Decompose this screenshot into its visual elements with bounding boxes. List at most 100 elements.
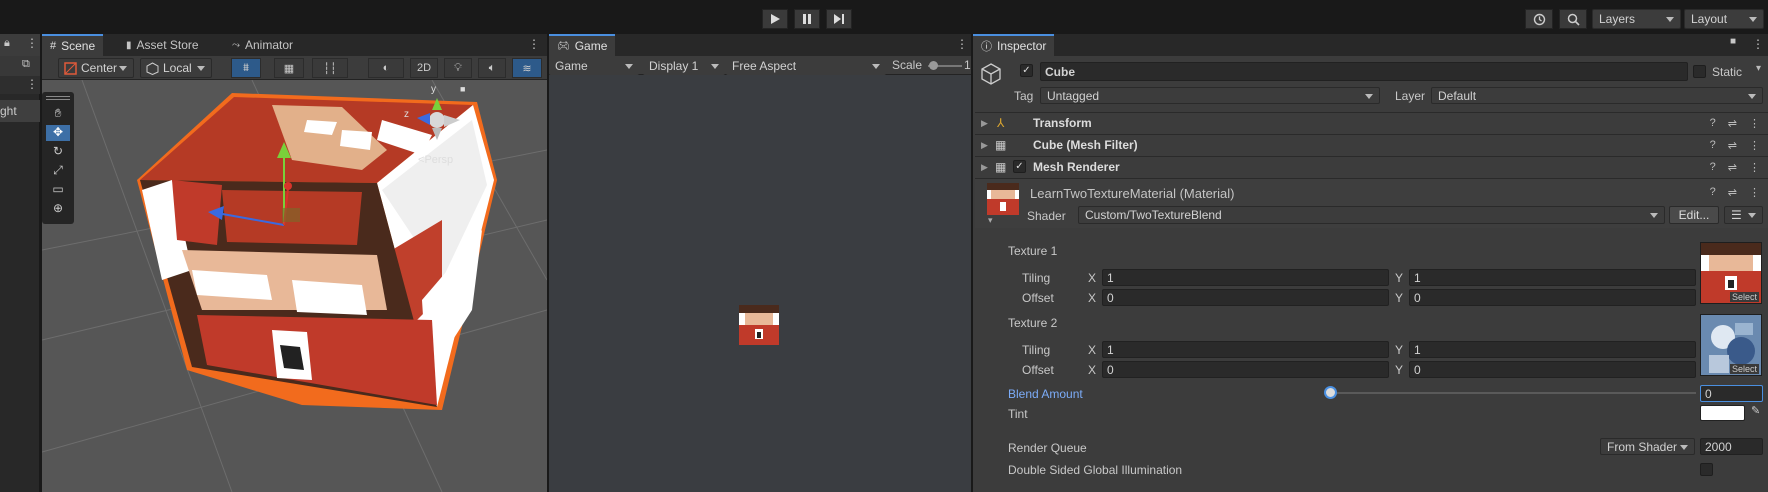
more-icon[interactable]: ⋮ bbox=[528, 37, 540, 51]
tab-asset-store[interactable]: ▮ Asset Store bbox=[118, 34, 207, 56]
component-mesh-filter[interactable]: ▶ ▦ Cube (Mesh Filter) ? ⇌ ⋮ bbox=[975, 134, 1768, 155]
hierarchy-item-selected[interactable]: ght bbox=[0, 100, 40, 122]
pause-button[interactable] bbox=[794, 9, 820, 29]
edit-shader-button[interactable]: Edit... bbox=[1669, 206, 1719, 224]
aspect-dropdown[interactable]: Free Aspect bbox=[726, 56, 886, 75]
presets-icon[interactable]: ⇌ bbox=[1728, 117, 1737, 130]
render-queue-source-dropdown[interactable]: From Shader bbox=[1600, 438, 1695, 455]
presets-icon[interactable]: ⇌ bbox=[1728, 186, 1737, 199]
texture1-offset-x[interactable]: 0 bbox=[1102, 289, 1389, 306]
enabled-checkbox[interactable]: ✓ bbox=[1013, 160, 1026, 173]
texture2-tiling-y[interactable]: 1 bbox=[1409, 341, 1696, 358]
object-name-field[interactable]: Cube bbox=[1040, 62, 1688, 81]
tab-animator[interactable]: ⤳ Animator bbox=[224, 34, 301, 56]
view-dropdown[interactable]: Game bbox=[549, 56, 639, 75]
hand-tool-button[interactable]: ✋︎ bbox=[46, 106, 70, 122]
lighting-button[interactable]: 💡︎ bbox=[444, 58, 472, 78]
layout-dropdown[interactable]: Layout bbox=[1684, 9, 1764, 29]
display-dropdown[interactable]: Display 1 bbox=[643, 56, 725, 75]
grid-snap-button[interactable]: ⩩ bbox=[231, 58, 261, 78]
chevron-right-icon[interactable]: ▶ bbox=[981, 162, 988, 173]
tag-dropdown[interactable]: Untagged bbox=[1040, 87, 1380, 104]
more-icon[interactable]: ⋮ bbox=[1749, 139, 1760, 152]
texture1-slot[interactable]: Select bbox=[1700, 242, 1762, 304]
chevron-right-icon[interactable]: ▶ bbox=[981, 140, 988, 151]
pivot-dropdown[interactable]: Center bbox=[58, 58, 134, 78]
more-icon[interactable]: ⋮ bbox=[1749, 186, 1760, 199]
static-checkbox[interactable] bbox=[1693, 65, 1706, 78]
search-button[interactable] bbox=[1559, 9, 1587, 29]
chevron-down-icon[interactable]: ▾ bbox=[1756, 63, 1761, 74]
shader-dropdown[interactable]: Custom/TwoTextureBlend bbox=[1078, 206, 1665, 224]
layer-dropdown[interactable]: Default bbox=[1431, 87, 1763, 104]
more-icon[interactable]: ⋮ bbox=[26, 36, 38, 50]
move-tool-button[interactable]: ✥ bbox=[46, 125, 70, 141]
effects-button[interactable]: ≋ bbox=[512, 58, 542, 78]
active-checkbox[interactable]: ✓ bbox=[1020, 64, 1033, 77]
transform-tool-button[interactable]: ⊕ bbox=[46, 201, 70, 217]
more-icon[interactable]: ⋮ bbox=[1749, 161, 1760, 174]
chevron-down-icon[interactable]: ▾ bbox=[988, 215, 993, 226]
texture2-offset-x[interactable]: 0 bbox=[1102, 361, 1389, 378]
presets-icon[interactable]: ⇌ bbox=[1728, 161, 1737, 174]
more-icon[interactable]: ⋮ bbox=[956, 37, 968, 51]
lock-icon[interactable]: ■ bbox=[460, 84, 465, 94]
rect-tool-button[interactable]: ▭ bbox=[46, 182, 70, 198]
render-queue-field[interactable]: 2000 bbox=[1700, 438, 1763, 455]
help-icon[interactable]: ? bbox=[1710, 161, 1716, 174]
help-icon[interactable]: ? bbox=[1710, 139, 1716, 152]
history-button[interactable] bbox=[1525, 9, 1553, 29]
texture2-offset-y[interactable]: 0 bbox=[1409, 361, 1696, 378]
more-icon[interactable]: ⋮ bbox=[26, 77, 38, 91]
scale-slider-thumb[interactable] bbox=[929, 61, 938, 70]
cube-object[interactable] bbox=[137, 93, 497, 410]
texture2-select-button[interactable]: Select bbox=[1729, 364, 1759, 374]
step-button[interactable] bbox=[826, 9, 852, 29]
toggle-2d-button[interactable]: 2D bbox=[410, 58, 438, 78]
space-dropdown[interactable]: Local bbox=[140, 58, 212, 78]
eyedropper-icon[interactable]: ✎ bbox=[1751, 404, 1760, 417]
presets-icon[interactable]: ⇌ bbox=[1728, 139, 1737, 152]
increment-snap-button[interactable]: ┆┆ bbox=[312, 58, 348, 78]
material-preview-icon[interactable] bbox=[987, 183, 1019, 215]
tab-label: Inspector bbox=[997, 39, 1047, 53]
dsgi-checkbox[interactable] bbox=[1700, 463, 1713, 476]
texture1-tiling-y[interactable]: 1 bbox=[1409, 269, 1696, 286]
more-icon[interactable]: ⋮ bbox=[1749, 117, 1760, 130]
texture2-slot[interactable]: Select bbox=[1700, 314, 1762, 376]
shader-options-dropdown[interactable]: ☰ bbox=[1724, 206, 1763, 224]
blend-amount-thumb[interactable] bbox=[1324, 386, 1337, 399]
component-name: Cube (Mesh Filter) bbox=[1033, 138, 1138, 152]
texture1-select-button[interactable]: Select bbox=[1729, 292, 1759, 302]
projection-label[interactable]: <Persp bbox=[418, 154, 453, 166]
help-icon[interactable]: ? bbox=[1710, 186, 1716, 199]
edit-label: Edit... bbox=[1678, 208, 1710, 222]
texture2-tiling-x[interactable]: 1 bbox=[1102, 341, 1389, 358]
lock-icon[interactable]: 🔒︎ bbox=[4, 37, 10, 50]
more-icon[interactable]: ⋮ bbox=[1752, 37, 1764, 51]
audio-button[interactable]: 🔈︎ bbox=[478, 58, 506, 78]
tab-inspector[interactable]: ⓘ Inspector bbox=[973, 34, 1055, 56]
play-button[interactable] bbox=[762, 9, 788, 29]
chevron-right-icon[interactable]: ▶ bbox=[981, 118, 988, 129]
scale-tool-button[interactable]: ⤢ bbox=[46, 163, 70, 179]
help-icon[interactable]: ? bbox=[1710, 117, 1716, 130]
tab-scene[interactable]: # Scene bbox=[42, 34, 104, 56]
component-transform[interactable]: ▶ ⅄ Transform ? ⇌ ⋮ bbox=[975, 112, 1768, 133]
rotate-tool-button[interactable]: ↻ bbox=[46, 144, 70, 160]
tab-game[interactable]: 🎮︎ Game bbox=[549, 34, 616, 56]
grid-visibility-button[interactable]: ▦ bbox=[274, 58, 304, 78]
create-icon[interactable]: ⧉ bbox=[22, 58, 30, 71]
component-mesh-renderer[interactable]: ▶ ▦ ✓ Mesh Renderer ? ⇌ ⋮ bbox=[975, 156, 1768, 177]
scene-viewport[interactable]: z y <Persp ■ ✋︎ ✥ ↻ ⤢ ▭ ⊕ bbox=[42, 80, 547, 492]
texture1-tiling-x[interactable]: 1 bbox=[1102, 269, 1389, 286]
blend-amount-slider[interactable] bbox=[1330, 392, 1696, 394]
draw-mode-button[interactable]: ◐ bbox=[368, 58, 404, 78]
blend-amount-field[interactable]: 0 bbox=[1700, 385, 1763, 402]
palette-handle[interactable] bbox=[46, 96, 70, 100]
lock-icon[interactable]: ■ bbox=[1730, 36, 1736, 47]
game-viewport[interactable] bbox=[549, 75, 971, 492]
layers-dropdown[interactable]: Layers bbox=[1592, 9, 1681, 29]
tint-color-swatch[interactable] bbox=[1700, 405, 1745, 421]
texture1-offset-y[interactable]: 0 bbox=[1409, 289, 1696, 306]
